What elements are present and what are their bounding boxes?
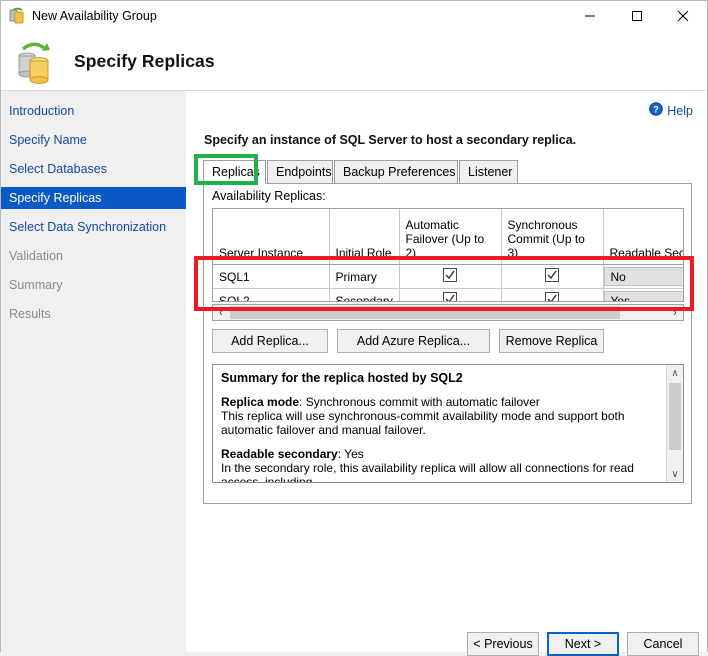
cell-automatic-failover[interactable] bbox=[399, 288, 502, 301]
tab-backup-preferences[interactable]: Backup Preferences bbox=[334, 160, 458, 184]
cell-initial-role[interactable]: Primary bbox=[329, 264, 400, 289]
cell-readable-secondary[interactable]: No bbox=[603, 264, 683, 289]
summary-replica-mode-description: This replica will use synchronous-commit… bbox=[221, 409, 625, 437]
close-button[interactable] bbox=[660, 1, 706, 31]
table-header-row: Server Instance Initial Role Automatic F… bbox=[213, 209, 683, 265]
replica-summary-text: Summary for the replica hosted by SQL2 R… bbox=[213, 365, 666, 482]
add-replica-button[interactable]: Add Replica... bbox=[212, 329, 328, 353]
cell-readable-secondary[interactable]: Yes bbox=[603, 288, 683, 301]
cell-synchronous-commit[interactable] bbox=[501, 288, 604, 301]
readable-secondary-dropdown[interactable]: Yes bbox=[603, 291, 683, 301]
tab-endpoints[interactable]: Endpoints bbox=[267, 160, 333, 184]
table-row[interactable]: SQL1 Primary No bbox=[213, 264, 683, 289]
column-header-readable-secondary[interactable]: Readable Seco bbox=[603, 209, 683, 265]
summary-readable-secondary-line: Readable secondary: Yes bbox=[221, 447, 364, 461]
scrollbar-thumb[interactable] bbox=[669, 383, 681, 450]
scroll-down-icon[interactable]: ∨ bbox=[667, 466, 683, 482]
automatic-failover-checkbox[interactable] bbox=[443, 292, 457, 301]
cell-initial-role[interactable]: Secondary bbox=[329, 288, 400, 301]
cell-automatic-failover[interactable] bbox=[399, 264, 502, 289]
sidebar-item-summary[interactable]: Summary bbox=[1, 274, 186, 296]
column-header-automatic-failover[interactable]: Automatic Failover (Up to 2) bbox=[399, 209, 502, 265]
sidebar-item-select-databases[interactable]: Select Databases bbox=[1, 158, 186, 180]
summary-readable-secondary-label: Readable secondary bbox=[221, 447, 338, 461]
summary-readable-secondary-value: Yes bbox=[344, 447, 364, 461]
add-azure-replica-button[interactable]: Add Azure Replica... bbox=[337, 329, 490, 353]
synchronous-commit-checkbox[interactable] bbox=[545, 292, 559, 301]
sidebar-item-select-data-synchronization[interactable]: Select Data Synchronization bbox=[1, 216, 186, 238]
sidebar-item-specify-name[interactable]: Specify Name bbox=[1, 129, 186, 151]
summary-replica-mode-label: Replica mode bbox=[221, 395, 300, 409]
replica-summary-panel: Summary for the replica hosted by SQL2 R… bbox=[212, 364, 684, 483]
sidebar-item-validation[interactable]: Validation bbox=[1, 245, 186, 267]
replicas-tab-panel: Availability Replicas: Server Instance I… bbox=[203, 183, 692, 504]
next-button[interactable]: Next > bbox=[547, 632, 619, 656]
sidebar-item-results[interactable]: Results bbox=[1, 303, 186, 325]
availability-replicas-grid[interactable]: Server Instance Initial Role Automatic F… bbox=[212, 208, 684, 302]
synchronous-commit-checkbox[interactable] bbox=[545, 268, 559, 282]
scroll-right-icon[interactable]: › bbox=[667, 305, 683, 320]
tab-replicas[interactable]: Replicas bbox=[203, 160, 266, 184]
sidebar-item-specify-replicas[interactable]: Specify Replicas bbox=[1, 187, 186, 209]
cell-synchronous-commit[interactable] bbox=[501, 264, 604, 289]
scrollbar-thumb[interactable] bbox=[230, 306, 620, 319]
availability-group-icon bbox=[9, 7, 27, 25]
window-title: New Availability Group bbox=[32, 9, 157, 23]
summary-replica-mode-line: Replica mode: Synchronous commit with au… bbox=[221, 395, 540, 409]
minimize-button[interactable] bbox=[567, 1, 613, 31]
cancel-button[interactable]: Cancel bbox=[627, 632, 699, 656]
tab-listener[interactable]: Listener bbox=[459, 160, 518, 184]
cell-server-instance[interactable]: SQL2 bbox=[213, 288, 330, 301]
help-label: Help bbox=[667, 103, 693, 118]
readable-secondary-dropdown[interactable]: No bbox=[603, 267, 683, 286]
column-header-synchronous-commit[interactable]: Synchronous Commit (Up to 3) bbox=[501, 209, 604, 265]
dialog-header: Specify Replicas bbox=[1, 33, 707, 90]
title-bar: New Availability Group bbox=[1, 1, 707, 33]
wizard-content-pane: ? Help Specify an instance of SQL Server… bbox=[186, 90, 707, 652]
summary-vertical-scrollbar[interactable]: ∧ ∨ bbox=[666, 365, 683, 482]
summary-replica-mode-value: Synchronous commit with automatic failov… bbox=[305, 395, 540, 409]
scroll-left-icon[interactable]: ‹ bbox=[213, 305, 229, 320]
new-availability-group-dialog: New Availability Group Specify Replicas … bbox=[0, 0, 708, 656]
table-row[interactable]: SQL2 Secondary Yes bbox=[213, 288, 683, 301]
summary-readable-secondary-description: In the secondary role, this availability… bbox=[221, 461, 634, 483]
column-header-server-instance[interactable]: Server Instance bbox=[213, 209, 330, 265]
replica-databases-icon bbox=[14, 39, 58, 85]
help-link[interactable]: ? Help bbox=[649, 102, 693, 119]
tab-strip: Replicas Endpoints Backup Preferences Li… bbox=[203, 160, 692, 184]
cell-server-instance[interactable]: SQL1 bbox=[213, 264, 330, 289]
summary-heading: Summary for the replica hosted by SQL2 bbox=[221, 371, 463, 385]
scroll-up-icon[interactable]: ∧ bbox=[667, 365, 683, 381]
sidebar-item-introduction[interactable]: Introduction bbox=[1, 100, 186, 122]
availability-replicas-label: Availability Replicas: bbox=[212, 189, 326, 203]
previous-button[interactable]: < Previous bbox=[467, 632, 539, 656]
automatic-failover-checkbox[interactable] bbox=[443, 268, 457, 282]
remove-replica-button[interactable]: Remove Replica bbox=[499, 329, 604, 353]
instruction-text: Specify an instance of SQL Server to hos… bbox=[204, 133, 577, 147]
svg-text:?: ? bbox=[654, 104, 660, 114]
help-circle-icon: ? bbox=[649, 102, 664, 119]
maximize-button[interactable] bbox=[614, 1, 660, 31]
page-title: Specify Replicas bbox=[74, 51, 215, 71]
grid-horizontal-scrollbar[interactable]: ‹ › bbox=[212, 304, 684, 321]
column-header-initial-role[interactable]: Initial Role bbox=[329, 209, 400, 265]
wizard-steps-sidebar: Introduction Specify Name Select Databas… bbox=[1, 90, 186, 652]
